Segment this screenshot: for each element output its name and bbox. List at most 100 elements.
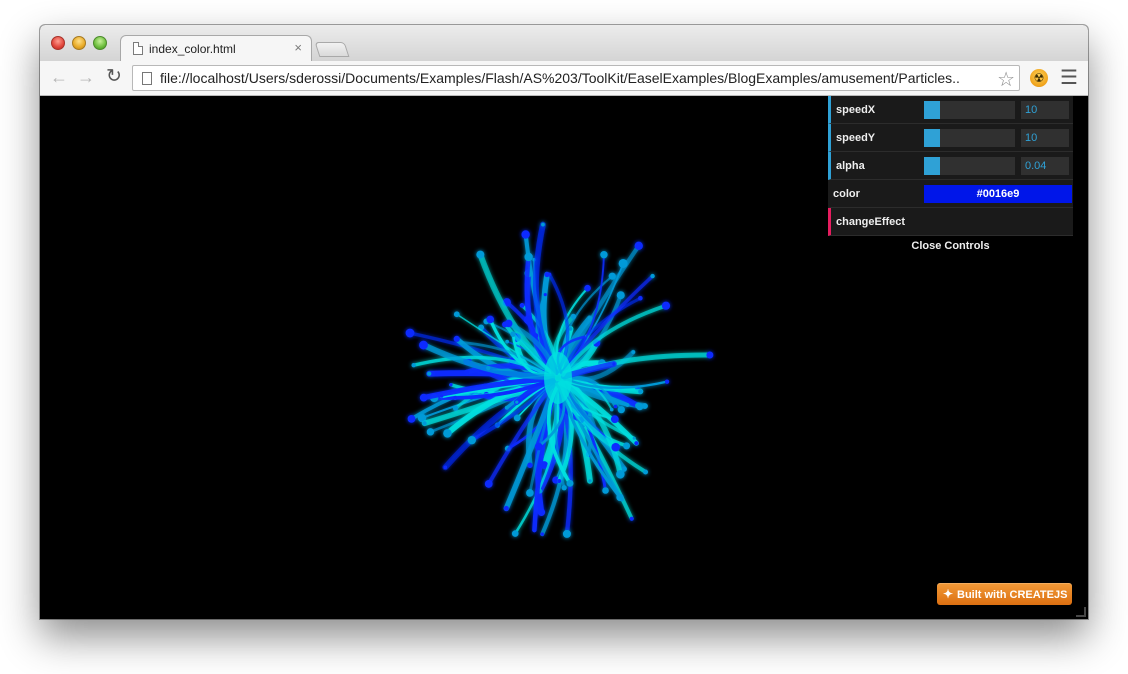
particle-dot (419, 393, 428, 402)
particle-dot (650, 273, 655, 279)
particle-dot (419, 340, 428, 350)
particle-dot (426, 428, 435, 436)
page-icon (142, 72, 152, 85)
speedy-control: speedY 10 (828, 124, 1073, 152)
speedx-control: speedX 10 (828, 96, 1073, 124)
particle-dot (612, 362, 616, 366)
particle-dot (411, 363, 416, 368)
particle-dot (661, 301, 671, 310)
particle-core (544, 352, 572, 404)
particle-dot (540, 532, 545, 536)
particle-dot (616, 493, 624, 502)
particle-dot (537, 508, 546, 516)
particle-dot (616, 291, 625, 300)
particle-dot (638, 295, 643, 301)
particle-dot (452, 405, 459, 411)
particle-dot (634, 441, 639, 446)
back-arrow-icon[interactable]: ← (48, 66, 70, 88)
particle-dot (504, 405, 509, 410)
address-bar[interactable]: file://localhost/Users/sderossi/Document… (132, 65, 1020, 91)
particle-dot (453, 335, 460, 342)
particle-dot (617, 406, 625, 414)
page-icon (133, 42, 143, 55)
speedy-slider-fill (924, 129, 941, 147)
change-effect-button[interactable]: changeEffect (828, 208, 1073, 236)
createjs-badge[interactable]: ✦ Built with CREATEJS (937, 583, 1072, 605)
color-swatch[interactable]: #0016e9 (924, 185, 1072, 203)
particle-dot (643, 469, 649, 475)
particle-dot (557, 478, 562, 484)
particle-dot (526, 489, 534, 497)
controls-panel: speedX 10 speedY 10 alpha 0.04 color #00… (828, 96, 1073, 256)
particle-dot (616, 469, 625, 479)
color-label: color (833, 188, 860, 200)
url-text[interactable]: file://localhost/Users/sderossi/Document… (160, 70, 960, 86)
hamburger-menu-icon[interactable]: ☰ (1060, 68, 1078, 88)
close-controls-button[interactable]: Close Controls (828, 236, 1073, 256)
alpha-slider-fill (924, 157, 941, 175)
alpha-label: alpha (836, 160, 865, 172)
star-icon[interactable]: ☆ (997, 67, 1015, 92)
particle-dot (610, 415, 619, 424)
particle-dot (503, 505, 509, 512)
speedy-slider[interactable] (924, 129, 1015, 147)
particle-dot (405, 328, 415, 338)
speedx-label: speedX (836, 104, 876, 116)
particle-dot (459, 340, 464, 345)
new-tab-button[interactable] (314, 42, 350, 57)
particle-dot (465, 370, 469, 374)
reload-icon[interactable]: ↻ (103, 66, 125, 88)
particle-dot (443, 465, 448, 470)
speedx-input[interactable]: 10 (1021, 101, 1069, 119)
particle-dot (504, 319, 513, 328)
extension-icon[interactable]: ☢ (1030, 69, 1048, 87)
speedx-slider-fill (924, 101, 941, 119)
particle-dot (527, 462, 533, 468)
particle-dot (584, 284, 591, 292)
particle-dot (634, 241, 643, 251)
minimize-window-button[interactable] (72, 36, 86, 50)
particle-dot (532, 527, 537, 533)
zoom-window-button[interactable] (93, 36, 107, 50)
alpha-input[interactable]: 0.04 (1021, 157, 1069, 175)
resize-grip-icon[interactable] (1076, 607, 1086, 617)
particle-dot (635, 402, 642, 409)
speedy-input[interactable]: 10 (1021, 129, 1069, 147)
particle-dot (625, 403, 630, 407)
particle-dot (638, 389, 643, 394)
color-control: color #0016e9 (828, 180, 1073, 208)
particle-dot (443, 429, 452, 438)
particle-dot (613, 404, 618, 409)
particle-dot (609, 407, 614, 412)
particle-dot (511, 530, 519, 537)
particle-dot (623, 442, 631, 450)
particle-dot (510, 331, 516, 337)
createjs-badge-label: Built with CREATEJS (957, 589, 1068, 601)
speedx-slider[interactable] (924, 101, 1015, 119)
browser-tab[interactable]: index_color.html × (120, 35, 312, 62)
particle-dot (422, 421, 427, 426)
particle-dot (484, 480, 493, 488)
particle-dot (547, 272, 552, 277)
browser-toolbar: ← → ↻ file://localhost/Users/sderossi/Do… (40, 61, 1088, 96)
particle-dot (467, 435, 477, 445)
particle-dot (476, 250, 485, 259)
canvas-area[interactable]: speedX 10 speedY 10 alpha 0.04 color #00… (40, 96, 1088, 619)
particle-dot (600, 250, 608, 259)
alpha-slider[interactable] (924, 157, 1015, 175)
particle-dot (505, 339, 510, 344)
particle-dot (706, 351, 714, 359)
particle-dot (608, 272, 616, 280)
particle-dot (524, 252, 533, 262)
particle-dot (562, 529, 571, 538)
forward-arrow-icon[interactable]: → (75, 66, 97, 88)
particle-dot (629, 516, 634, 521)
particle-dot (541, 222, 545, 227)
particle-dot (632, 436, 636, 440)
particle-dot (407, 414, 416, 423)
particle-dot (631, 350, 636, 355)
particle-dot (486, 315, 495, 324)
alpha-control: alpha 0.04 (828, 152, 1073, 180)
close-window-button[interactable] (51, 36, 65, 50)
tab-close-icon[interactable]: × (294, 40, 302, 55)
